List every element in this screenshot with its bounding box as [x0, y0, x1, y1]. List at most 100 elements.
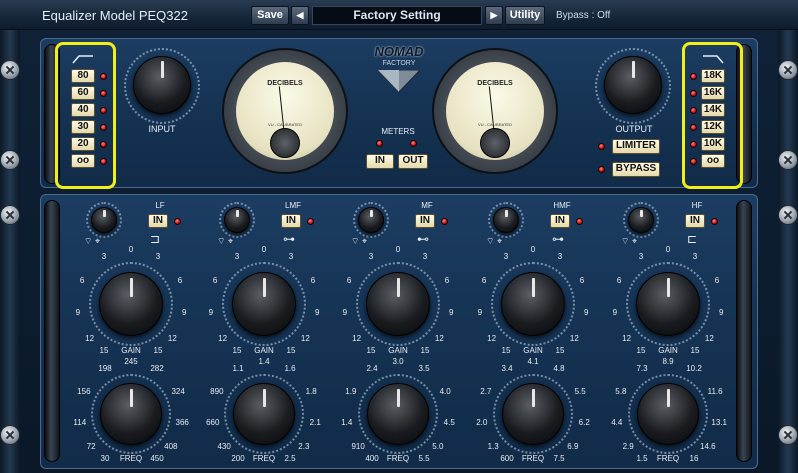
band-3-freq-knob[interactable]: [502, 383, 564, 445]
gain-tick-label: 9: [181, 308, 187, 318]
knob-pointer: [102, 209, 106, 218]
hp_filter-option-led-4: [100, 141, 107, 148]
band-shape-icon: ⊷: [417, 232, 429, 246]
screw-icon: [0, 60, 20, 80]
meter-in-button[interactable]: IN: [366, 154, 394, 169]
band-2-in-button[interactable]: IN: [415, 214, 435, 228]
band-1-gain-knob[interactable]: [232, 272, 296, 336]
gain-tick-label: 0: [128, 245, 134, 254]
lp_filter-option-4[interactable]: 10K: [701, 137, 725, 151]
band-0-name: LF: [155, 201, 165, 210]
bypass-status-text: Bypass : Off: [556, 10, 611, 21]
gain-tick-label: 9: [75, 308, 81, 318]
band-1-q-knob[interactable]: [224, 207, 250, 233]
prev-preset-button[interactable]: ◀: [291, 6, 309, 25]
band-0-gain-knob[interactable]: [99, 272, 163, 336]
brand-logo-text: NOMAD: [374, 44, 424, 59]
eq-band-hf: ⌔ ⌖ HF IN ⊏ 0 3 3 6 6 9 9 12 12 15 15 GAIN 8.9 7.3 10.2 5.8…: [603, 196, 733, 468]
freq-tick-label: 660: [206, 418, 220, 428]
band-4-q-knob[interactable]: [628, 207, 654, 233]
band-1-gain-label: GAIN: [254, 346, 274, 355]
gain-tick-label: 3: [101, 252, 107, 262]
freq-tick-label: 890: [210, 387, 224, 397]
gain-tick-label: 6: [616, 276, 622, 286]
gain-tick-label: 9: [314, 308, 320, 318]
freq-tick-label: 4.1: [527, 357, 539, 366]
freq-tick-label: 14.6: [700, 442, 716, 452]
band-1-freq-knob[interactable]: [233, 383, 295, 445]
band-2-q-knob[interactable]: [358, 207, 384, 233]
window-title: Equalizer Model PEQ322: [42, 8, 188, 23]
freq-tick-label: 430: [217, 442, 231, 452]
save-button[interactable]: Save: [251, 6, 289, 25]
hp_filter-option-0[interactable]: 80: [71, 69, 95, 83]
preset-name-display[interactable]: Factory Setting: [312, 6, 482, 25]
band-shape-icon: ⊶: [552, 232, 564, 246]
lp_filter-option-1[interactable]: 16K: [701, 86, 725, 100]
band-0-gain-label: GAIN: [121, 346, 141, 355]
band-0-q-knob[interactable]: [91, 207, 117, 233]
band-1-in-button[interactable]: IN: [281, 214, 301, 228]
lp_filter-option-2[interactable]: 14K: [701, 103, 725, 117]
q-curve-icons: ⌔ ⌖: [84, 236, 101, 246]
band-3-in-button[interactable]: IN: [550, 214, 570, 228]
freq-tick-label: 4.4: [611, 418, 623, 428]
band-4-in-led: [711, 218, 718, 225]
band-4-freq-knob[interactable]: [637, 383, 699, 445]
freq-tick-label: 156: [77, 387, 91, 397]
input-knob[interactable]: [133, 56, 191, 114]
freq-tick-label: 2.1: [309, 418, 321, 428]
knob-pointer: [531, 388, 535, 407]
knob-pointer: [396, 277, 400, 297]
meters-label: METERS: [381, 127, 415, 136]
q-curve-icons: ⌔ ⌖: [621, 236, 638, 246]
band-0-in-led: [174, 218, 181, 225]
meter-subtitle: VU - CALIBRATED: [478, 122, 512, 127]
band-2-freq-knob[interactable]: [367, 383, 429, 445]
meter-out-button[interactable]: OUT: [398, 154, 428, 169]
gain-tick-label: 3: [155, 252, 161, 262]
freq-tick-label: 7.3: [636, 363, 648, 373]
lp_filter-option-0[interactable]: 18K: [701, 69, 725, 83]
screw-icon: [778, 150, 798, 170]
hp_filter-option-4[interactable]: 20: [71, 137, 95, 151]
gain-tick-label: 0: [665, 245, 671, 254]
gain-tick-label: 12: [300, 333, 310, 343]
lp_filter-option-3[interactable]: 12K: [701, 120, 725, 134]
gain-tick-label: 12: [487, 333, 497, 343]
band-0-freq-knob[interactable]: [100, 383, 162, 445]
next-preset-button[interactable]: ▶: [485, 6, 503, 25]
vu-meter-left: DECIBELS VU - CALIBRATED: [222, 48, 348, 174]
gain-tick-label: 6: [346, 276, 352, 286]
utility-button[interactable]: Utility: [505, 6, 545, 25]
freq-tick-label: 2.0: [476, 418, 488, 428]
bypass-button[interactable]: BYPASS: [612, 162, 660, 177]
hp_filter-option-5[interactable]: oo: [71, 154, 95, 168]
band-0-in-button[interactable]: IN: [148, 214, 168, 228]
band-2-gain-knob[interactable]: [366, 272, 430, 336]
gain-tick-label: 12: [569, 333, 579, 343]
freq-tick-label: 72: [86, 442, 96, 452]
gain-tick-label: 6: [212, 276, 218, 286]
freq-tick-label: 3.5: [418, 363, 430, 373]
hp_filter-option-1[interactable]: 60: [71, 86, 95, 100]
freq-tick-label: 1.6: [284, 363, 296, 373]
lp_filter-option-5[interactable]: oo: [701, 154, 725, 168]
freq-tick-label: 366: [175, 418, 189, 428]
band-4-in-button[interactable]: IN: [685, 214, 705, 228]
meter-title: DECIBELS: [267, 80, 303, 87]
freq-tick-label: 11.6: [707, 387, 723, 397]
gain-tick-label: 12: [352, 333, 362, 343]
band-3-gain-knob[interactable]: [501, 272, 565, 336]
limiter-button[interactable]: LIMITER: [612, 139, 660, 154]
gain-tick-label: 3: [422, 252, 428, 262]
hp_filter-option-3[interactable]: 30: [71, 120, 95, 134]
hp_filter-option-2[interactable]: 40: [71, 103, 95, 117]
band-shape-icon: ⊶: [283, 232, 295, 246]
meter-out-led: [410, 140, 417, 147]
output-knob[interactable]: [604, 56, 662, 114]
band-4-gain-knob[interactable]: [636, 272, 700, 336]
eq-band-hmf: ⌔ ⌖ HMF IN ⊶ 0 3 3 6 6 9 9 12 12 15 15 GAIN 4.1 3.4 4.8 2.7…: [468, 196, 598, 468]
freq-tick-label: 1.3: [487, 442, 499, 452]
band-3-q-knob[interactable]: [493, 207, 519, 233]
